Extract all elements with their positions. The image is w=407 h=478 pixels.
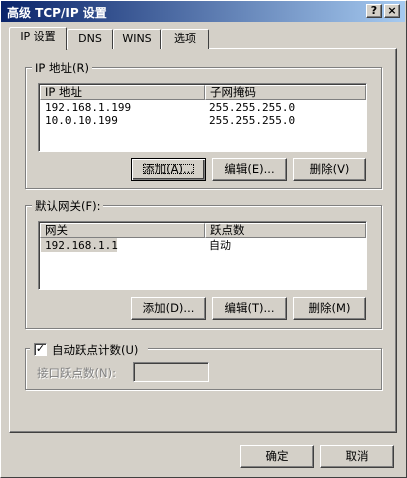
- ip-add-button[interactable]: 添加(A)...: [131, 158, 206, 181]
- table-cell-subnet[interactable]: 255.255.255.0: [209, 114, 295, 127]
- tab-wins[interactable]: WINS: [113, 29, 161, 49]
- column-header-ip[interactable]: IP 地址: [40, 85, 205, 100]
- ip-add-button-label: 添加(A)...: [140, 161, 197, 177]
- ip-delete-button[interactable]: 删除(V): [293, 158, 366, 181]
- help-button[interactable]: ?: [366, 4, 382, 18]
- tab-dns[interactable]: DNS: [67, 29, 113, 49]
- table-cell-ip[interactable]: 10.0.10.199: [45, 114, 118, 127]
- column-header-gateway[interactable]: 网关: [40, 223, 205, 238]
- gateway-group-label: 默认网关(F):: [32, 198, 104, 214]
- close-icon: ×: [387, 4, 397, 17]
- ip-address-list[interactable]: IP 地址 子网掩码 192.168.1.199 255.255.255.0 1…: [38, 83, 367, 152]
- tab-label: IP 设置: [20, 30, 56, 43]
- title-bar[interactable]: 高级 TCP/IP 设置: [1, 1, 405, 22]
- column-header-subnet[interactable]: 子网掩码: [205, 85, 366, 100]
- ip-edit-button-label: 编辑(E)...: [224, 162, 275, 176]
- auto-metric-checkbox[interactable]: ✓: [34, 343, 47, 356]
- gateway-add-button[interactable]: 添加(D)...: [131, 297, 206, 320]
- help-icon: ?: [370, 4, 378, 17]
- gateway-edit-button[interactable]: 编辑(T)...: [212, 297, 287, 320]
- ip-edit-button[interactable]: 编辑(E)...: [212, 158, 287, 181]
- gateway-delete-button[interactable]: 删除(M): [293, 297, 366, 320]
- tab-label: WINS: [122, 32, 152, 45]
- table-cell-gateway[interactable]: 192.168.1.1: [45, 239, 118, 252]
- interface-metric-label: 接口跃点数(N):: [37, 366, 116, 380]
- tab-ip-settings[interactable]: IP 设置: [9, 27, 67, 50]
- tab-label: DNS: [78, 32, 102, 45]
- tab-label: 选项: [174, 32, 196, 45]
- table-cell-metric[interactable]: 自动: [209, 239, 231, 252]
- cancel-button-label: 取消: [345, 449, 369, 463]
- check-icon: ✓: [35, 342, 46, 355]
- tab-options[interactable]: 选项: [161, 29, 209, 49]
- gateway-list[interactable]: 网关 跃点数 192.168.1.1 自动: [38, 221, 367, 290]
- ok-button-label: 确定: [265, 449, 289, 463]
- cancel-button[interactable]: 取消: [320, 445, 394, 468]
- auto-metric-label[interactable]: 自动跃点计数(U): [52, 342, 138, 358]
- window-title: 高级 TCP/IP 设置: [7, 6, 107, 20]
- gateway-delete-button-label: 删除(M): [308, 301, 351, 315]
- ip-address-group-label: IP 地址(R): [32, 60, 92, 76]
- gateway-edit-button-label: 编辑(T)...: [224, 301, 275, 315]
- interface-metric-input[interactable]: [133, 362, 209, 382]
- gateway-add-button-label: 添加(D)...: [142, 301, 195, 315]
- ip-delete-button-label: 删除(V): [309, 162, 350, 176]
- ok-button[interactable]: 确定: [240, 445, 314, 468]
- column-header-metric[interactable]: 跃点数: [205, 223, 366, 238]
- close-button[interactable]: ×: [384, 4, 400, 18]
- table-cell-ip[interactable]: 192.168.1.199: [45, 101, 131, 114]
- table-cell-subnet[interactable]: 255.255.255.0: [209, 101, 295, 114]
